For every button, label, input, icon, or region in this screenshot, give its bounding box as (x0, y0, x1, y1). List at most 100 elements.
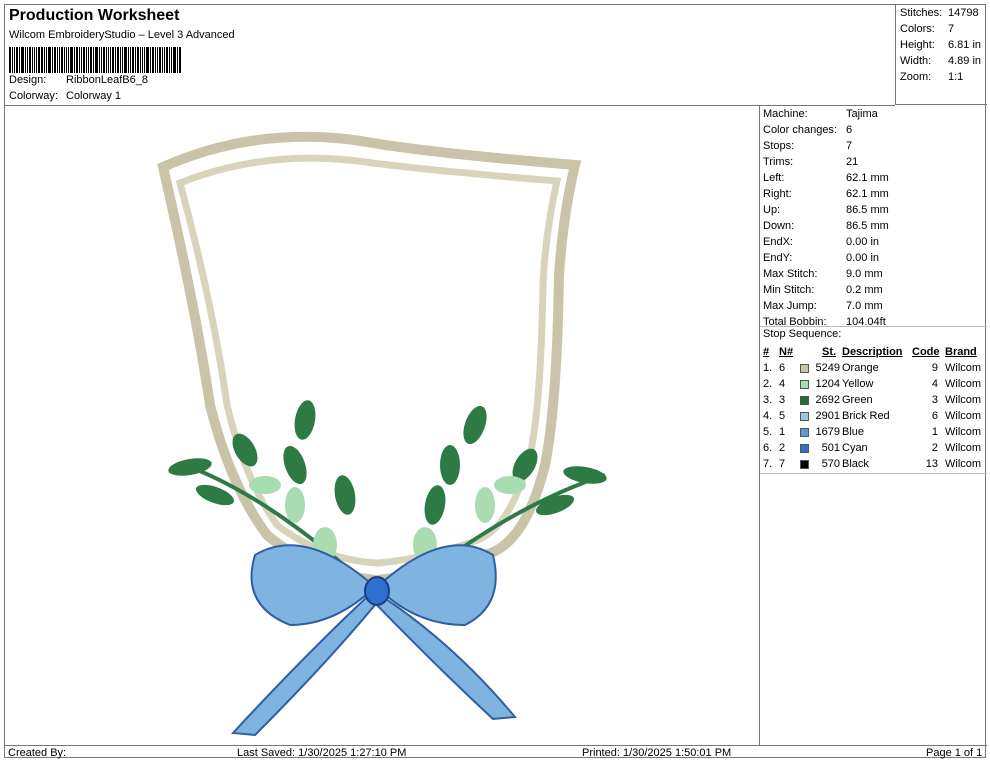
stitches-label: Stitches: (900, 7, 943, 19)
row-num: 6. (763, 442, 773, 454)
row-brand: Wilcom (945, 458, 982, 470)
shield-outer (157, 131, 582, 586)
info-label: Min Stitch: (763, 284, 815, 296)
row-code: 3 (931, 394, 938, 406)
row-code: 13 (925, 458, 938, 470)
color-swatch (800, 428, 809, 437)
ribbon-bow (230, 544, 517, 737)
stats-panel: Stitches: 14798 Colors: 7 Height: 6.81 in W… (895, 5, 987, 105)
worksheet-header: Production Worksheet Wilcom EmbroiderySt… (5, 5, 895, 106)
row-description: Orange (842, 362, 879, 374)
info-label: Max Jump: (763, 300, 817, 312)
created-by: Created By: (8, 747, 67, 759)
info-row: Min Stitch: 0.2 mm (763, 284, 883, 296)
info-row: EndX: 0.00 in (763, 236, 879, 248)
design-label: Design: (9, 74, 47, 86)
row-code: 4 (931, 378, 938, 390)
info-label: Color changes: (763, 124, 837, 136)
info-row: Trims: 21 (763, 156, 858, 168)
info-row: Stops: 7 (763, 140, 852, 152)
row-stitches: 5249 (815, 362, 840, 374)
info-value: 86.5 mm (846, 220, 889, 232)
col-num: # (763, 346, 770, 358)
row-stitches: 501 (821, 442, 840, 454)
col-brand: Brand (945, 346, 977, 358)
color-swatch (800, 364, 809, 373)
info-label: EndX: (763, 236, 793, 248)
info-label: Right: (763, 188, 792, 200)
info-row: EndY: 0.00 in (763, 252, 879, 264)
worksheet-frame: Production Worksheet Wilcom EmbroiderySt… (4, 4, 987, 759)
info-value: 7.0 mm (846, 300, 883, 312)
row-num: 3. (763, 394, 773, 406)
info-label: EndY: (763, 252, 793, 264)
shield-inner (175, 154, 562, 567)
zoom-label: Zoom: (900, 71, 932, 83)
divider (760, 473, 987, 474)
stop-sequence-title: Stop Sequence: (763, 328, 842, 340)
colorway-label: Colorway: (9, 90, 58, 102)
row-description: Yellow (842, 378, 874, 390)
info-row: Right: 62.1 mm (763, 188, 889, 200)
machine-info-panel: Machine: Tajima Color changes: 6 Stops: 7 Trim… (760, 105, 987, 745)
info-label: Stops: (763, 140, 795, 152)
row-code: 6 (931, 410, 938, 422)
row-stitches: 1204 (815, 378, 840, 390)
info-row: Up: 86.5 mm (763, 204, 889, 216)
info-label: Trims: (763, 156, 794, 168)
width-label: Width: (900, 55, 932, 67)
row-code: 9 (931, 362, 938, 374)
row-description: Black (842, 458, 869, 470)
row-stitches: 2692 (815, 394, 840, 406)
colorway-row: Colorway: Colorway 1 (9, 90, 121, 102)
info-label: Up: (763, 204, 781, 216)
color-swatch (800, 444, 809, 453)
color-swatch (800, 412, 809, 421)
info-row: Max Stitch: 9.0 mm (763, 268, 883, 280)
info-value: 0.2 mm (846, 284, 883, 296)
row-stitches: 2901 (815, 410, 840, 422)
row-n: 3 (779, 394, 786, 406)
design-value: RibbonLeafB6_8 (66, 74, 148, 86)
color-swatch (800, 380, 809, 389)
row-num: 2. (763, 378, 773, 390)
page-title: Production Worksheet (9, 7, 180, 24)
info-label: Max Stitch: (763, 268, 818, 280)
design-preview (5, 105, 760, 745)
colors-label: Colors: (900, 23, 935, 35)
row-num: 4. (763, 410, 773, 422)
info-row: Left: 62.1 mm (763, 172, 889, 184)
row-description: Brick Red (842, 410, 890, 422)
row-description: Blue (842, 426, 865, 438)
row-code: 2 (931, 442, 938, 454)
colorway-value: Colorway 1 (66, 90, 122, 102)
row-brand: Wilcom (945, 426, 982, 438)
software-name: Wilcom EmbroideryStudio – Level 3 Advanc… (9, 29, 235, 41)
info-label: Machine: (763, 108, 808, 120)
stitches-value: 14798 (948, 7, 979, 19)
row-n: 1 (779, 426, 786, 438)
page-number: Page 1 of 1 (926, 747, 983, 759)
height-label: Height: (900, 39, 935, 51)
info-value: 0.00 in (846, 252, 880, 264)
row-n: 7 (779, 458, 786, 470)
info-value: 62.1 mm (846, 172, 889, 184)
info-value: 86.5 mm (846, 204, 889, 216)
row-description: Green (842, 394, 873, 406)
last-saved: Last Saved: 1/30/2025 1:27:10 PM (237, 747, 407, 759)
info-value: 21 (846, 156, 859, 168)
row-n: 6 (779, 362, 786, 374)
info-row: Down: 86.5 mm (763, 220, 889, 232)
info-label: Left: (763, 172, 785, 184)
row-brand: Wilcom (945, 410, 982, 422)
info-row: Max Jump: 7.0 mm (763, 300, 883, 312)
stop-sequence-section: Stop Sequence: (760, 326, 987, 340)
design-row: Design: RibbonLeafB6_8 (9, 74, 148, 86)
row-brand: Wilcom (945, 394, 982, 406)
colors-value: 7 (948, 23, 955, 35)
row-description: Cyan (842, 442, 868, 454)
col-code: Code (912, 346, 940, 358)
info-value: 7 (846, 140, 853, 152)
row-n: 5 (779, 410, 786, 422)
col-desc: Description (842, 346, 903, 358)
